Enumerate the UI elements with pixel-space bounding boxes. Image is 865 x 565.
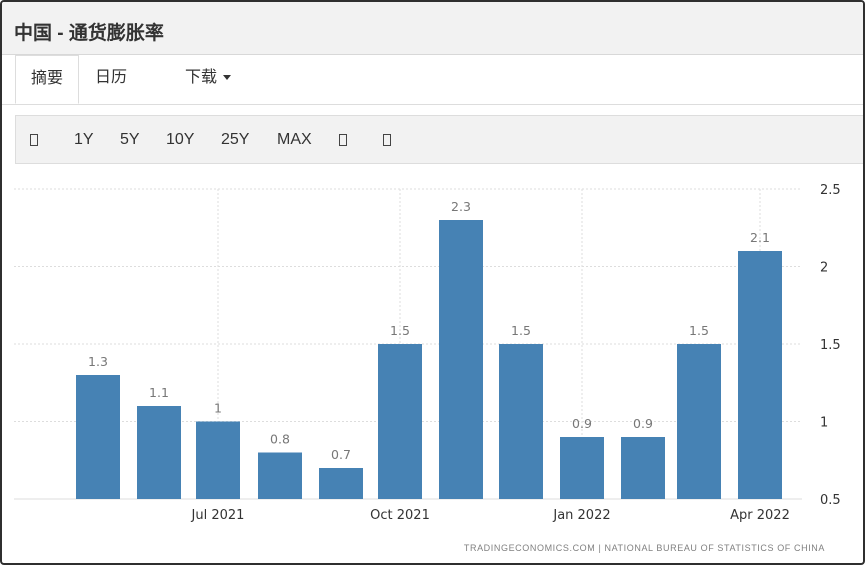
tab-bar: 摘要 日历 下载 [2,55,863,105]
data-label: 0.8 [270,432,290,447]
widget-frame: 中国 - 通货膨胀率 摘要 日历 下载 1Y 5Y 10Y 25Y MAX 0.… [0,0,865,565]
data-label: 1.5 [511,323,531,338]
data-label: 1.5 [390,323,410,338]
bar [677,344,721,499]
range-25y-button[interactable]: 25Y [221,116,249,163]
data-label: 1.1 [149,385,169,400]
bar [439,220,483,499]
bar [560,437,604,499]
data-label: 2.1 [750,230,770,245]
y-tick-label: 1 [820,416,828,431]
bar [258,452,302,499]
bar [621,437,665,499]
bar [378,344,422,499]
range-1y-button[interactable]: 1Y [74,116,94,163]
x-tick-label: Apr 2022 [730,508,790,523]
bar [137,406,181,499]
range-5y-button[interactable]: 5Y [120,116,140,163]
data-label: 0.9 [572,416,592,431]
caret-down-icon [223,75,232,81]
range-10y-button[interactable]: 10Y [166,116,194,163]
range-toolbar: 1Y 5Y 10Y 25Y MAX [15,115,863,164]
calendar-icon[interactable] [30,116,38,163]
bar [738,251,782,499]
tab-download-label: 下载 [185,69,218,86]
x-tick-label: Jan 2022 [552,508,610,523]
bar [499,344,543,499]
y-tick-label: 1.5 [820,338,841,353]
tab-summary[interactable]: 摘要 [15,55,79,104]
data-label: 1.5 [689,323,709,338]
data-label: 1.3 [88,354,108,369]
page-title: 中国 - 通货膨胀率 [14,23,164,44]
chart-type-icon[interactable] [339,116,347,163]
y-tick-label: 0.5 [820,493,841,508]
bar-chart: 0.5 1 1.5 2 2.5 1.3 1.1 1 0.8 0.7 1.5 2.3 1.5 0.9 0.9 1… [14,183,841,523]
title-bar: 中国 - 通货膨胀率 [2,2,863,55]
range-max-button[interactable]: MAX [277,116,312,163]
y-tick-label: 2 [820,261,828,276]
data-label: 0.7 [331,447,351,462]
tab-calendar[interactable]: 日历 [95,55,127,104]
data-label: 2.3 [451,199,471,214]
x-tick-label: Oct 2021 [370,508,430,523]
bar [196,421,240,499]
settings-icon[interactable] [383,116,391,163]
data-label: 1 [214,401,222,416]
tab-download[interactable]: 下载 [185,55,232,104]
y-tick-label: 2.5 [820,183,841,198]
bar [319,468,363,499]
bar [76,375,120,499]
source-credit: TRADINGECONOMICS.COM | NATIONAL BUREAU O… [463,543,825,553]
data-label: 0.9 [633,416,653,431]
x-tick-label: Jul 2021 [191,508,245,523]
